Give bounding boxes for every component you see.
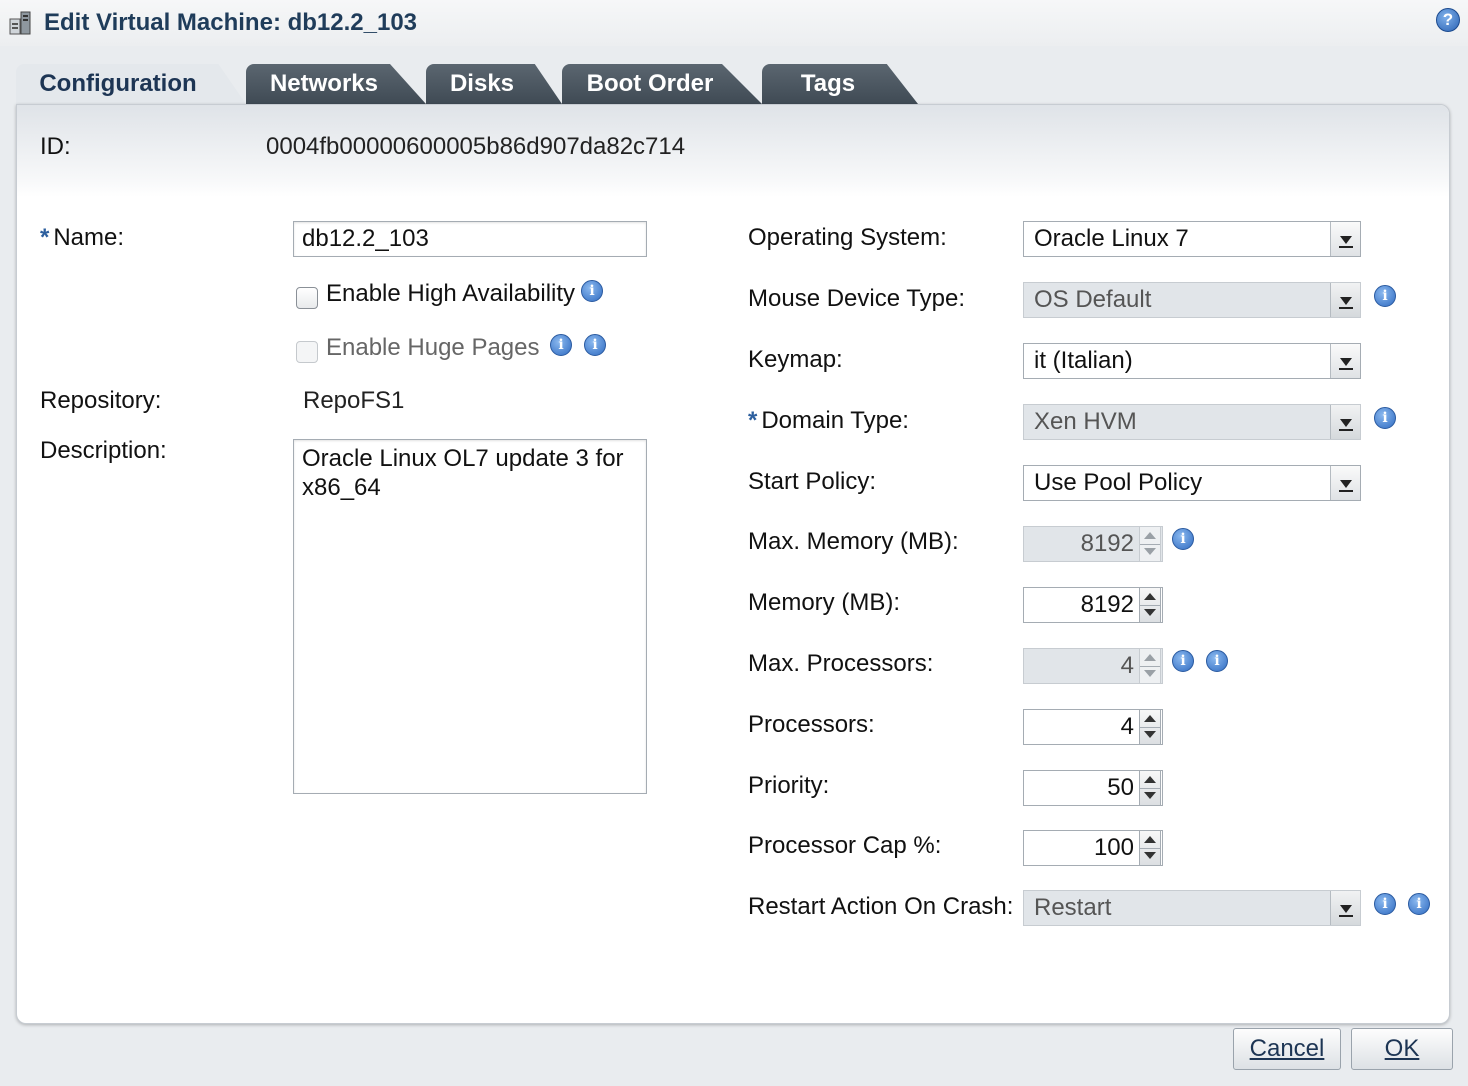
enable-ha-checkbox[interactable]	[296, 287, 318, 309]
domain-type-label: * Domain Type:	[748, 407, 909, 434]
ok-button[interactable]: OK	[1351, 1028, 1453, 1070]
processors-stepper[interactable]	[1139, 709, 1161, 745]
mouse-device-info-icon[interactable]: i	[1374, 285, 1396, 307]
domain-type-select[interactable]: Xen HVM	[1023, 404, 1361, 440]
priority-stepper[interactable]	[1139, 770, 1161, 806]
dialog-title: Edit Virtual Machine: db12.2_103	[44, 9, 418, 36]
processor-cap-stepper[interactable]	[1139, 830, 1161, 866]
max-processors-stepper[interactable]	[1139, 648, 1161, 684]
virtual-machine-icon	[9, 11, 31, 35]
huge-pages-info-icon[interactable]: i	[550, 334, 572, 356]
restart-action-select[interactable]: Restart	[1023, 890, 1361, 926]
repository-label: Repository:	[40, 387, 162, 414]
start-policy-label: Start Policy:	[748, 468, 877, 495]
enable-ha-info-icon[interactable]: i	[581, 280, 603, 302]
id-value: 0004fb00000600005b86d907da82c714	[266, 133, 686, 160]
processor-cap-label: Processor Cap %:	[748, 832, 942, 859]
keymap-select[interactable]: it (Italian)	[1023, 343, 1361, 379]
configuration-panel: ID: 0004fb00000600005b86d907da82c714 * Na…	[16, 104, 1450, 1024]
restart-action-info-icon-2[interactable]: i	[1408, 893, 1430, 915]
memory-stepper[interactable]	[1139, 587, 1161, 623]
enable-ha-label: Enable High Availability	[326, 280, 576, 307]
domain-type-info-icon[interactable]: i	[1374, 407, 1396, 429]
help-icon[interactable]: ?	[1436, 8, 1460, 32]
max-memory-label: Max. Memory (MB):	[748, 528, 959, 555]
chevron-down-icon	[1330, 405, 1360, 439]
max-processors-info-icon[interactable]: i	[1172, 650, 1194, 672]
processors-label: Processors:	[748, 711, 875, 738]
description-textarea[interactable]: Oracle Linux OL7 update 3 for x86_64	[293, 439, 647, 794]
name-input[interactable]: db12.2_103	[293, 221, 647, 257]
os-select[interactable]: Oracle Linux 7	[1023, 221, 1361, 257]
enable-huge-pages-label: Enable Huge Pages	[326, 334, 540, 361]
start-policy-select[interactable]: Use Pool Policy	[1023, 465, 1361, 501]
panel-header	[17, 105, 1449, 197]
id-label: ID:	[40, 133, 71, 160]
restart-action-label: Restart Action On Crash:	[748, 893, 1014, 920]
name-label: * Name:	[40, 224, 125, 251]
chevron-down-icon	[1330, 283, 1360, 317]
required-marker: *	[748, 407, 758, 434]
chevron-down-icon	[1330, 891, 1360, 925]
chevron-down-icon	[1330, 466, 1360, 500]
repository-value: RepoFS1	[303, 387, 405, 414]
description-label: Description:	[40, 437, 167, 464]
tab-tags[interactable]: Tags	[762, 64, 918, 104]
tab-configuration[interactable]: Configuration	[16, 64, 246, 104]
restart-action-info-icon[interactable]: i	[1374, 893, 1396, 915]
tab-disks[interactable]: Disks	[426, 64, 562, 104]
dialog-titlebar: Edit Virtual Machine: db12.2_103 ?	[0, 0, 1468, 46]
max-processors-label: Max. Processors:	[748, 650, 934, 677]
max-memory-stepper[interactable]	[1139, 526, 1161, 562]
max-processors-info-icon-2[interactable]: i	[1206, 650, 1228, 672]
chevron-down-icon	[1330, 344, 1360, 378]
huge-pages-info-icon-2[interactable]: i	[584, 334, 606, 356]
memory-label: Memory (MB):	[748, 589, 900, 616]
tab-networks[interactable]: Networks	[246, 64, 426, 104]
keymap-label: Keymap:	[748, 346, 843, 373]
cancel-button[interactable]: Cancel	[1233, 1028, 1341, 1070]
enable-huge-pages-checkbox[interactable]	[296, 341, 318, 363]
os-label: Operating System:	[748, 224, 947, 251]
required-marker: *	[40, 224, 50, 251]
mouse-device-label: Mouse Device Type:	[748, 285, 965, 312]
mouse-device-select[interactable]: OS Default	[1023, 282, 1361, 318]
priority-label: Priority:	[748, 772, 830, 799]
max-memory-info-icon[interactable]: i	[1172, 528, 1194, 550]
chevron-down-icon	[1330, 222, 1360, 256]
tab-boot-order[interactable]: Boot Order	[562, 64, 762, 104]
